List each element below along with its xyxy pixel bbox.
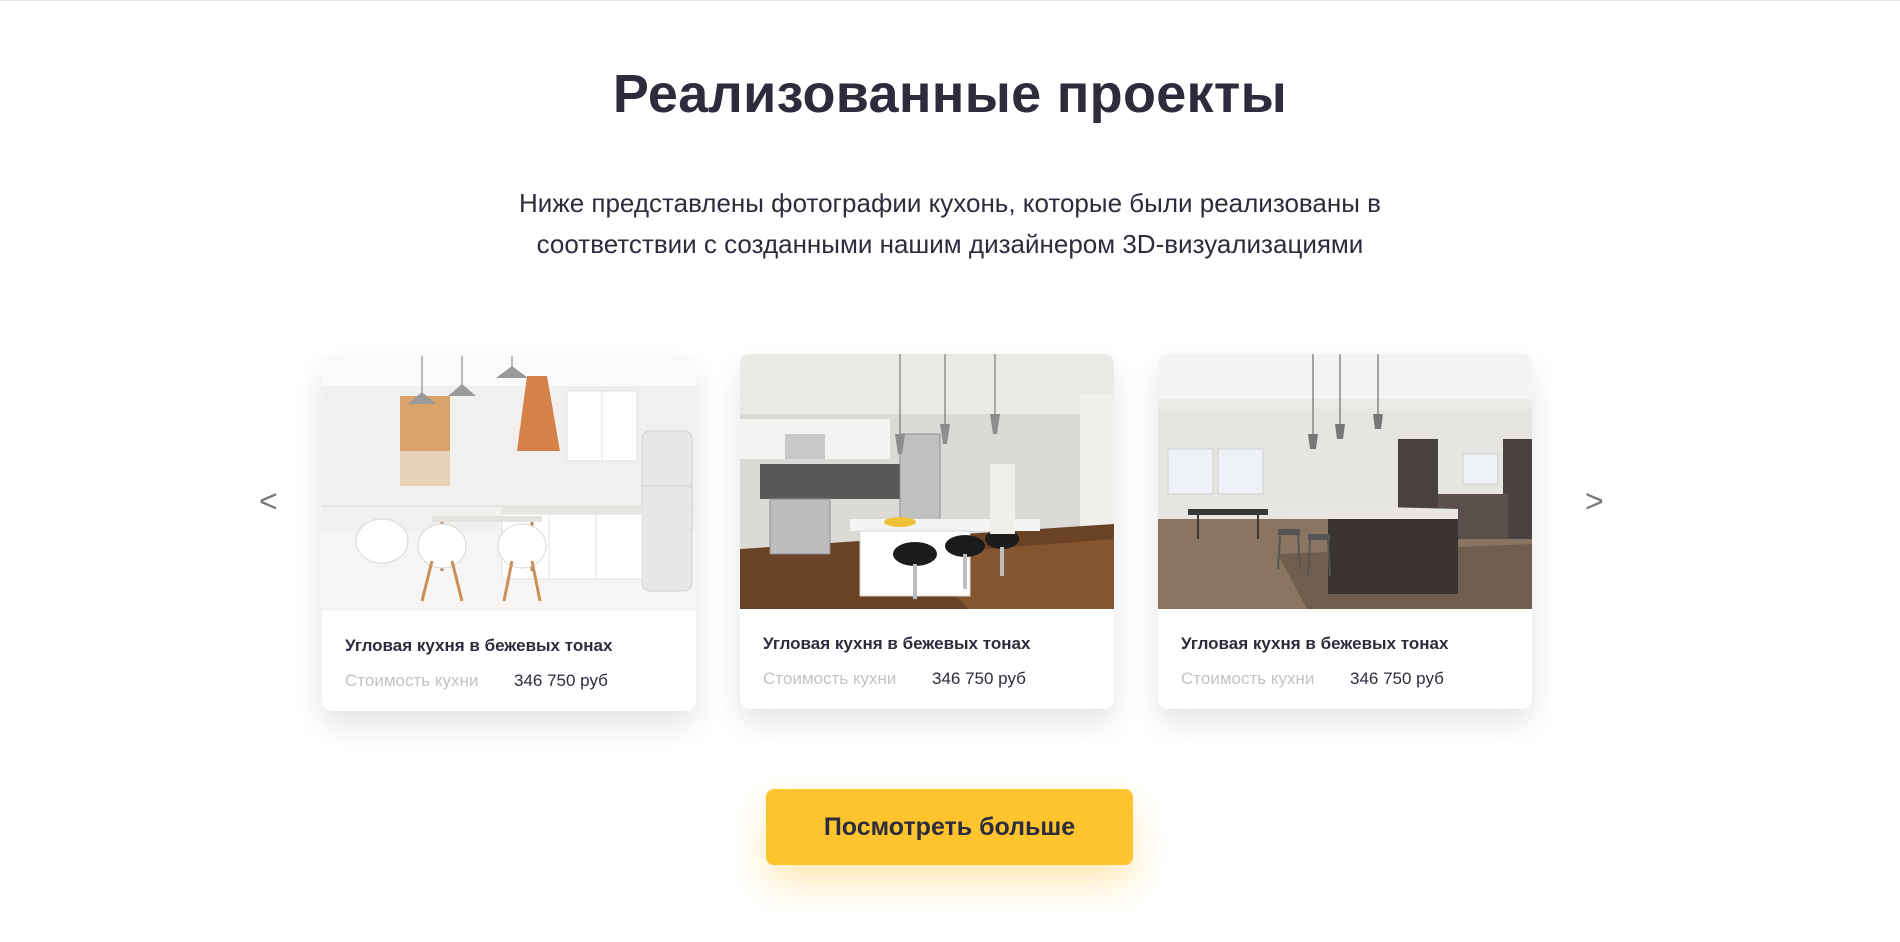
carousel-next-arrow[interactable]: > xyxy=(1585,481,1604,521)
section-subtitle: Ниже представлены фотографии кухонь, кот… xyxy=(519,188,1381,259)
projects-section: Реализованные проекты Ниже представлены … xyxy=(0,0,1900,942)
project-card[interactable]: Угловая кухня в бежевых тонах Стоимость … xyxy=(322,356,696,711)
carousel-prev-arrow[interactable]: < xyxy=(259,481,278,521)
view-more-button[interactable]: Посмотреть больше xyxy=(766,789,1133,865)
section-title: Реализованные проекты xyxy=(612,64,1288,124)
project-card[interactable]: Угловая кухня в бежевых тонах Стоимость … xyxy=(1158,354,1532,709)
card-title: Угловая кухня в бежевых тонах xyxy=(1181,634,1449,653)
price-value: 346 750 руб xyxy=(932,669,1026,688)
card-title: Угловая кухня в бежевых тонах xyxy=(345,636,613,655)
price-label: Стоимость кухни xyxy=(1181,669,1315,688)
price-value: 346 750 руб xyxy=(1350,669,1444,688)
price-value: 346 750 руб xyxy=(514,671,608,690)
card-title: Угловая кухня в бежевых тонах xyxy=(763,634,1031,653)
kitchen-photo xyxy=(740,354,1114,609)
price-label: Стоимость кухни xyxy=(345,671,479,690)
kitchen-photo xyxy=(322,356,696,611)
price-label: Стоимость кухни xyxy=(763,669,897,688)
project-card[interactable]: Угловая кухня в бежевых тонах Стоимость … xyxy=(740,354,1114,709)
kitchen-photo xyxy=(1158,354,1532,609)
